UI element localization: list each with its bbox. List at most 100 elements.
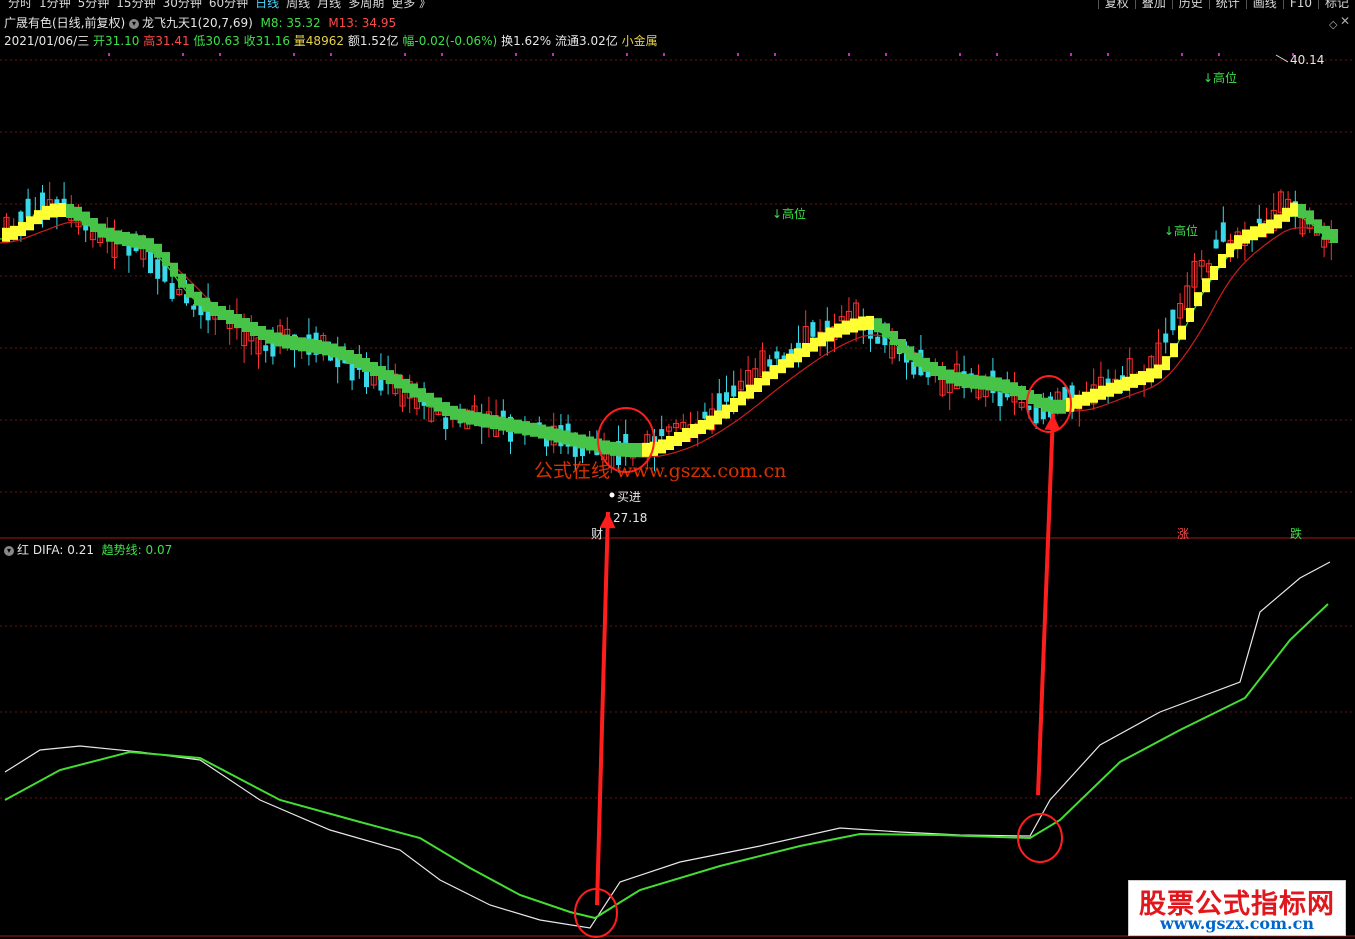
brand-logo: 股票公式指标网 www.gszx.com.cn (1128, 880, 1346, 936)
trend-band-block (1106, 382, 1114, 397)
trend-band-block (962, 373, 970, 388)
candle-body (443, 417, 449, 430)
red-arrow-head (1044, 414, 1061, 431)
candle-body (875, 336, 881, 344)
trend-band-block (1242, 229, 1250, 244)
trend-band-block (1234, 235, 1242, 250)
tick-mark (626, 53, 628, 56)
trend-band-block (1138, 371, 1146, 386)
trend-band-block (930, 362, 938, 376)
trend-band-block (754, 378, 762, 392)
trend-band-block (786, 353, 794, 368)
tick-mark (737, 53, 739, 56)
trend-band-block (618, 442, 626, 457)
candle-body (25, 198, 31, 218)
trend-band-block (842, 320, 850, 335)
trend-band-block (874, 318, 882, 333)
candle-body (169, 283, 175, 299)
buy-dot (609, 492, 615, 498)
trend-band-block (690, 424, 698, 438)
trend-band-block (1074, 394, 1082, 409)
tick-mark (182, 53, 184, 56)
red-arrow-shaft (595, 511, 610, 906)
candle-body (1220, 222, 1226, 242)
trend-band-block (1130, 373, 1138, 388)
trend-band-block (1250, 226, 1258, 241)
candle-body (191, 305, 197, 310)
trend-band-block (1050, 399, 1058, 414)
trend-band-block (202, 297, 210, 312)
trend-band-block (386, 370, 394, 385)
trend-band-block (1146, 368, 1154, 383)
tick-mark (774, 53, 776, 56)
trend-band-block (906, 346, 914, 361)
trend-band-block (610, 441, 618, 456)
trend-band-block (666, 436, 674, 450)
trend-band-block (562, 430, 570, 445)
trend-band-block (1002, 379, 1010, 394)
trend-band-block (282, 334, 290, 349)
trend-band-block (746, 384, 754, 399)
candle-body (774, 351, 780, 359)
candle-body (1213, 239, 1219, 249)
trend-band-block (258, 326, 266, 340)
trend-band-block (586, 436, 594, 451)
candle-body (148, 251, 153, 274)
candle-body (263, 345, 269, 351)
indicator-prefix: 红 (17, 543, 30, 557)
tick-mark (959, 53, 961, 56)
trend-band-block (1226, 243, 1234, 258)
trend-band-block (1202, 278, 1210, 293)
trend-band-block (90, 218, 98, 232)
trend-band-block (210, 302, 218, 316)
trend-band-block (642, 442, 650, 457)
trend-band-block (506, 418, 514, 433)
trend-band-block (250, 322, 258, 336)
trend-band-block (1330, 229, 1338, 243)
trend-band-block (1058, 399, 1066, 414)
trend-band-block (74, 206, 82, 221)
watermark: 公式在线 www.gszx.com.cn (534, 456, 786, 483)
trend-band-block (802, 343, 810, 357)
trend-band-block (474, 412, 482, 427)
trend-band-block (138, 235, 146, 250)
trend-band-block (1282, 207, 1290, 222)
low-price-label: 27.18 (613, 511, 648, 525)
trend-band-block (306, 338, 314, 353)
trend-band-block (146, 238, 154, 253)
trend-band-block (154, 243, 162, 258)
fall-marker: 跌 (1290, 527, 1303, 541)
trend-band-block (1290, 202, 1298, 217)
trend-band-block (66, 203, 74, 218)
trend-band-block (882, 323, 890, 338)
trend-band-block (218, 306, 226, 320)
tick-mark (293, 53, 295, 56)
trend-value: 趋势线: 0.07 (101, 543, 173, 557)
trend-band-block (434, 397, 442, 412)
trend-band-block (714, 410, 722, 425)
candle-body (810, 322, 816, 337)
trend-band-block (122, 232, 130, 246)
high-position-label: ↓高位 (1164, 224, 1199, 238)
difa-line (4, 561, 1331, 929)
trend-band-block (26, 216, 34, 231)
high-price-label: 40.14 (1290, 53, 1325, 67)
trend-band-block (2, 227, 10, 242)
trend-band-block (338, 346, 346, 361)
ma-green-line (0, 213, 1327, 455)
trend-band-block (114, 230, 122, 245)
trend-band-block (698, 420, 706, 434)
trend-band-block (1266, 219, 1274, 234)
trend-band-block (242, 318, 250, 332)
trend-band-block (850, 318, 858, 333)
trend-band-block (674, 432, 682, 446)
trend-band-block (866, 315, 874, 330)
trend-band-block (922, 357, 930, 372)
trend-band-block (1082, 391, 1090, 406)
trend-band-block (1298, 204, 1306, 218)
collapse-icon[interactable]: ▾ (4, 545, 14, 556)
trend-band-block (1194, 292, 1202, 307)
trend-band-block (858, 316, 866, 331)
trend-band-block (626, 443, 634, 457)
trend-band-block (1258, 223, 1266, 238)
